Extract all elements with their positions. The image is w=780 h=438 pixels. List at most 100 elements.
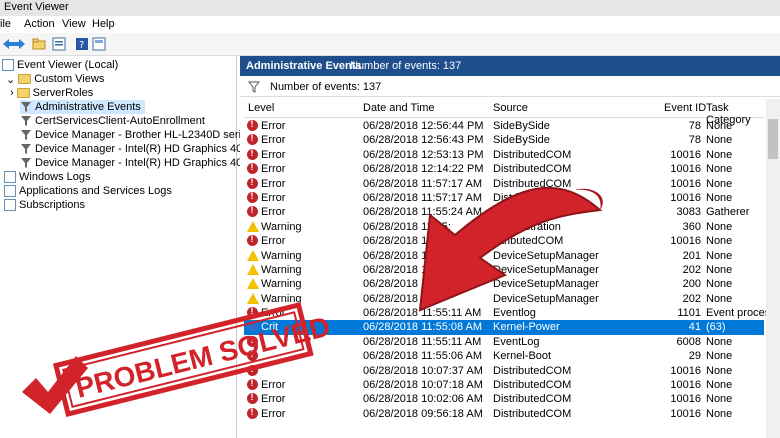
cell-date: 06/28/2018 11:55:06 AM: [363, 350, 483, 363]
tree-app-services-logs[interactable]: Applications and Services Logs: [4, 184, 172, 198]
col-source[interactable]: Source: [493, 102, 528, 114]
forward-arrow-icon[interactable]: [12, 37, 26, 51]
tree-cert-services[interactable]: CertServicesClient-AutoEnrollment: [20, 114, 205, 128]
help-icon[interactable]: ?: [75, 37, 89, 51]
menu-file[interactable]: ile: [0, 18, 11, 30]
tree-root[interactable]: Event Viewer (Local): [2, 58, 118, 72]
cell-date: 06/28/2018 11:55:: [363, 220, 451, 233]
cell-date: 06/28/2018 10:02:06 AM: [363, 393, 483, 406]
table-row[interactable]: Error 06/28/2018 11:55: istributedCOM 10016…: [244, 234, 764, 248]
filter-bar: Number of events: 137: [240, 78, 780, 97]
cell-level: Error: [261, 206, 286, 219]
cell-level: Warning: [261, 278, 302, 291]
cell-task: None: [706, 364, 733, 377]
table-row[interactable]: 06/28/2018 10:07:37 AM DistributedCOM 1001…: [244, 364, 764, 378]
tree-custom-views[interactable]: ⌄ Custom Views: [6, 72, 104, 86]
error-icon: [247, 364, 258, 376]
chevron-down-icon[interactable]: ⌄: [6, 73, 15, 86]
window-title: Event Viewer: [4, 1, 69, 13]
table-row[interactable]: Warning 06/28/2018 11:55: e Registration 36…: [244, 220, 764, 234]
cell-source: Kernel-Boot: [493, 350, 552, 363]
vertical-scrollbar[interactable]: [766, 99, 780, 438]
table-row[interactable]: Error 06/28/2018 12:14:22 PM DistributedCO…: [244, 162, 764, 176]
scrollbar-thumb[interactable]: [768, 119, 778, 159]
tree-admin-events[interactable]: Administrative Events: [20, 100, 145, 114]
cell-source: DeviceSetupManager: [493, 249, 599, 262]
col-level[interactable]: Level: [248, 102, 274, 114]
tree-device-manager-brother[interactable]: Device Manager - Brother HL-L2340D serie…: [20, 128, 253, 142]
title-bar: Event Viewer: [0, 0, 780, 17]
cell-source: EventLog: [493, 335, 540, 348]
table-row[interactable]: 06/28/2018 11:55:06 AM Kernel-Boot 29 None: [244, 349, 764, 363]
events-table: Error 06/28/2018 12:56:44 PM SideBySide 78 N…: [244, 119, 778, 421]
cell-date: 06/28/2018 12:56:43 PM: [363, 134, 484, 147]
cell-level: Error: [261, 407, 286, 420]
cell-id: 10016: [670, 148, 701, 161]
open-folder-icon[interactable]: [32, 37, 46, 51]
table-row[interactable]: Error 06/28/2018 11:57:17 AM DistributedCO…: [244, 191, 764, 205]
cell-id: 78: [688, 120, 701, 132]
properties-icon[interactable]: [52, 37, 66, 51]
table-row[interactable]: Error 06/28/2018 09:56:18 AM DistributedCO…: [244, 407, 764, 421]
table-row[interactable]: Error 06/28/2018 11:55:24 AM Se 3083 Gathere…: [244, 205, 764, 219]
subscription-icon: [4, 199, 16, 211]
table-row[interactable]: Error 06/28/2018 12:56:43 PM SideBySide 78 N…: [244, 133, 764, 147]
cell-id: 10016: [670, 191, 701, 204]
error-icon: [247, 177, 258, 189]
table-row[interactable]: Warning 06/28/2018 11:5 DeviceSetupManager…: [244, 249, 764, 263]
table-row[interactable]: Warning 06/28/2018 11 DeviceSetupManager 20…: [244, 292, 764, 306]
cell-task: None: [706, 177, 733, 190]
cell-task: None: [706, 407, 733, 420]
filter-icon[interactable]: [248, 81, 260, 93]
menu-view[interactable]: View: [62, 18, 86, 30]
folder-icon: [18, 74, 32, 84]
warning-icon: [247, 220, 259, 232]
cell-id: 10016: [670, 364, 701, 377]
tree-device-manager-intel-40001[interactable]: Device Manager - Intel(R) HD Graphics 40…: [20, 156, 261, 170]
cell-source: DistributedCOM: [493, 379, 572, 392]
cell-date: 06/28/2018 11:57:17 AM: [363, 191, 483, 204]
table-row[interactable]: Error 06/28/2018 12:56:44 PM SideBySide 78 N…: [244, 119, 764, 133]
cell-level: Error: [261, 177, 286, 190]
cell-source: DistributedCOM: [493, 177, 572, 190]
cell-source: Se: [493, 206, 507, 219]
cell-id: 202: [682, 263, 701, 276]
cell-id: 200: [682, 278, 701, 291]
table-row[interactable]: Warning 06/28/2018 11:5 DeviceSetupManager…: [244, 263, 764, 277]
col-date[interactable]: Date and Time: [363, 102, 435, 114]
menu-action[interactable]: Action: [24, 18, 55, 30]
tree-subscriptions[interactable]: Subscriptions: [4, 198, 85, 212]
cell-date: 06/28/2018 10:07:37 AM: [363, 364, 483, 377]
tree-windows-logs[interactable]: Windows Logs: [4, 170, 91, 184]
tree-server-roles[interactable]: › ServerRoles: [10, 86, 93, 100]
menu-help[interactable]: Help: [92, 18, 115, 30]
table-row[interactable]: Error 06/28/2018 11:57:17 AM DistributedCO…: [244, 177, 764, 191]
error-icon: [247, 191, 258, 203]
tree-device-manager-intel-4000[interactable]: Device Manager - Intel(R) HD Graphics 40…: [20, 142, 254, 156]
cell-task: None: [706, 292, 733, 305]
table-row[interactable]: Error 06/28/2018 10:02:06 AM DistributedCO…: [244, 392, 764, 406]
panel-header: Administrative Events Number of events: …: [240, 56, 780, 76]
table-row[interactable]: Warning 06/28/2018 11: DeviceSetupManager 2…: [244, 277, 764, 291]
col-event-id[interactable]: Event ID: [664, 102, 706, 114]
folder-icon: [16, 88, 30, 98]
cell-date: 06/28/2018 11:5: [363, 249, 442, 262]
cell-source: DistributedCOM: [493, 148, 572, 161]
cell-task: None: [706, 163, 733, 176]
cell-date: 06/28/2018 10:07:18 AM: [363, 379, 483, 392]
error-icon: [247, 234, 258, 247]
chevron-right-icon[interactable]: ›: [10, 87, 14, 99]
view-icon[interactable]: [92, 37, 106, 51]
table-row[interactable]: Crit 06/28/2018 11:55:08 AM Kernel-Power 41…: [244, 320, 764, 335]
cell-level: Error: [261, 393, 286, 406]
cell-source: DeviceSetupManager: [493, 278, 599, 291]
cell-date: 06/28/2018 11:55:08 AM: [363, 321, 483, 334]
table-row[interactable]: Error 06/28/2018 12:53:13 PM DistributedCO…: [244, 148, 764, 162]
cell-id: 10016: [670, 379, 701, 392]
error-icon: [247, 306, 258, 319]
cell-source: DistributedCOM: [493, 191, 572, 204]
table-row[interactable]: Error 06/28/2018 10:07:18 AM DistributedCO…: [244, 378, 764, 392]
table-row[interactable]: Error06/28/2018 11:55:11 AMEventlog1101E…: [244, 306, 778, 320]
table-row[interactable]: 06/28/2018 11:55:11 AM EventLog 6008 None: [244, 335, 764, 349]
error-icon: [247, 335, 258, 347]
